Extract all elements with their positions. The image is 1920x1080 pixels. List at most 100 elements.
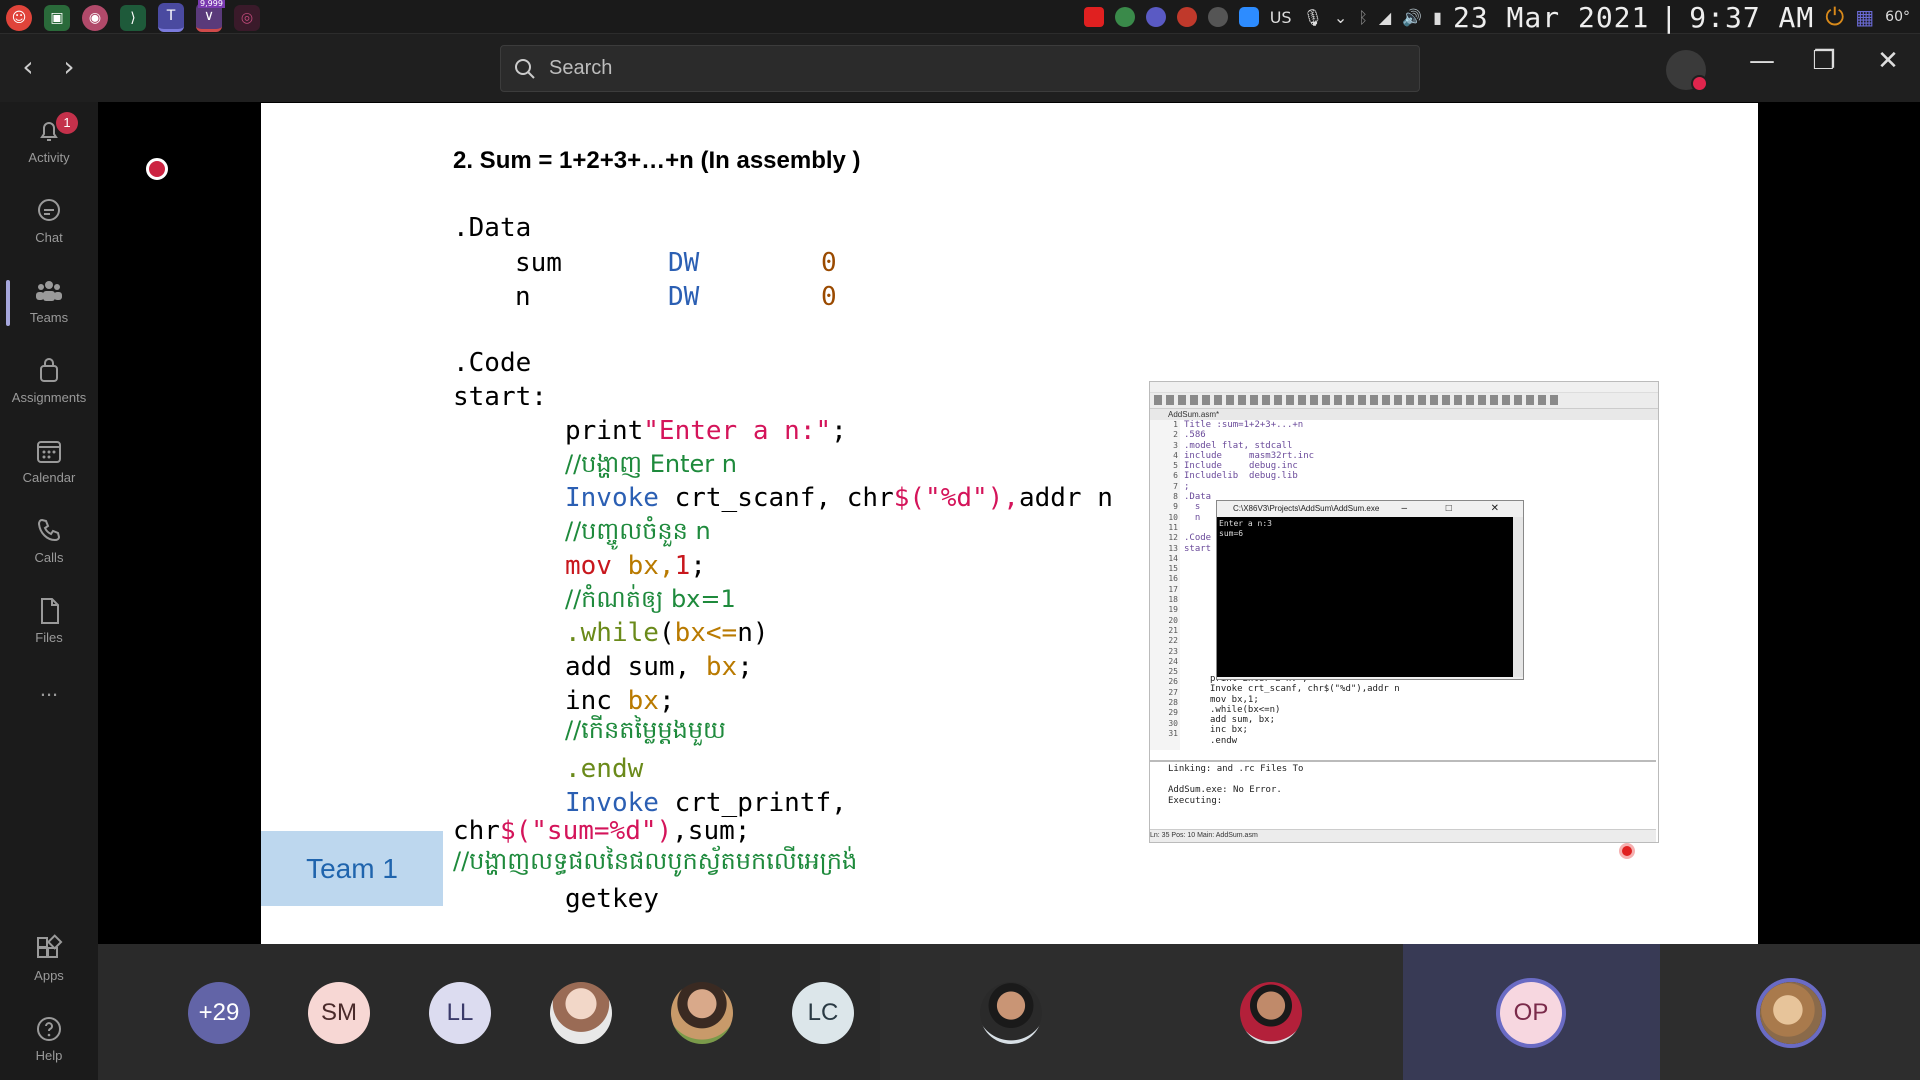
participant-initials: LL xyxy=(446,999,474,1026)
volume-icon[interactable]: 🔊 xyxy=(1402,8,1422,27)
var-n-value: 0 xyxy=(821,282,837,312)
notification-app-icon[interactable]: ∨ 9,999 xyxy=(196,0,225,32)
upload-tray-icon[interactable] xyxy=(1207,7,1228,27)
add-keyword: add sum, xyxy=(565,652,706,682)
bluetooth-icon[interactable]: ᛒ xyxy=(1358,8,1368,27)
search-icon xyxy=(515,58,535,79)
time-display: 9:37 AM xyxy=(1689,0,1815,34)
overflow-count: +29 xyxy=(198,999,240,1026)
rail-item-assignments[interactable]: Assignments xyxy=(0,346,98,420)
calendar-icon xyxy=(37,441,61,463)
forward-arrow-icon[interactable]: › xyxy=(54,50,84,83)
rail-item-help[interactable]: Help xyxy=(0,1004,98,1078)
phone-icon xyxy=(37,518,61,542)
data-section: .Data xyxy=(453,213,532,243)
rail-item-calls[interactable]: Calls xyxy=(0,506,98,580)
minimize-icon[interactable]: — xyxy=(1742,46,1782,76)
start-label: start: xyxy=(453,382,547,412)
search-box[interactable] xyxy=(500,45,1420,92)
system-taskbar: ☺ ▣ ◉ ⟩ T ∨ 9,999 ◎ US 🎙 ⌄ ᛒ ◢ 🔊 ▮ 23 Ma… xyxy=(0,0,1920,34)
participant-photo[interactable] xyxy=(1240,982,1302,1044)
keyboard-layout[interactable]: US xyxy=(1270,8,1292,27)
participant-photo[interactable] xyxy=(671,982,733,1044)
help-icon xyxy=(37,1017,61,1041)
clock-separator: | xyxy=(1660,0,1679,34)
back-arrow-icon[interactable]: ‹ xyxy=(13,50,43,83)
teams-app-icon[interactable]: T xyxy=(158,3,184,32)
rail-item-teams[interactable]: Teams xyxy=(0,266,98,340)
ellipsis-icon: ... xyxy=(39,676,59,701)
ide-screenshot: AddSum.asm* 1 2 3 4 5 6 7 8 9 10 11 12 1… xyxy=(1149,381,1659,843)
wifi-icon[interactable]: ◢ xyxy=(1379,8,1391,27)
onenote-icon[interactable]: ▦ xyxy=(1855,5,1874,29)
participant-avatar[interactable]: SM xyxy=(308,982,370,1044)
mov-register: bx, xyxy=(611,551,675,581)
rail-item-apps[interactable]: Apps xyxy=(0,924,98,998)
participant-photo[interactable] xyxy=(550,982,612,1044)
ide-file-tab: AddSum.asm* xyxy=(1150,409,1658,420)
rail-item-files[interactable]: Files xyxy=(0,586,98,660)
files-app-icon[interactable]: ▣ xyxy=(44,4,70,31)
ide-line-numbers: 1 2 3 4 5 6 7 8 9 10 11 12 13 14 15 16 1… xyxy=(1150,420,1180,750)
zoom-tray-icon[interactable] xyxy=(1238,7,1259,27)
pointer-marker xyxy=(1619,843,1635,859)
record-tray-icon[interactable] xyxy=(1083,7,1104,27)
add-end: ; xyxy=(737,652,753,682)
endw-line: .endw xyxy=(565,754,644,784)
var-sum-name: sum xyxy=(515,248,562,278)
microphone-icon[interactable]: 🎙 xyxy=(1303,8,1323,27)
var-n-type: DW xyxy=(668,282,700,312)
terminal-icon[interactable]: ⟩ xyxy=(120,4,146,31)
console-output: Enter a n:3 sum=6 xyxy=(1217,517,1513,677)
rail-label: Help xyxy=(35,1048,63,1063)
battery-icon[interactable]: ▮ xyxy=(1433,8,1442,27)
getkey-line: getkey xyxy=(565,884,659,914)
profile-avatar[interactable] xyxy=(1666,50,1708,92)
overflow-participants[interactable]: +29 xyxy=(188,982,250,1044)
comment-2: //បញ្ចូលចំនួន n xyxy=(565,517,711,545)
participant-avatar[interactable]: LC xyxy=(792,982,854,1044)
close-icon[interactable]: ✕ xyxy=(1868,46,1908,76)
rail-item-calendar[interactable]: Calendar xyxy=(0,426,98,500)
ide-toolbar xyxy=(1150,393,1658,409)
rail-item-activity[interactable]: 1 Activity xyxy=(0,106,98,180)
search-input[interactable] xyxy=(547,56,1351,81)
rail-item-chat[interactable]: Chat xyxy=(0,186,98,260)
participant-initials: SM xyxy=(321,999,357,1026)
maximize-icon[interactable]: ❐ xyxy=(1804,46,1844,76)
invoke-printf-line: Invoke crt_printf, xyxy=(565,788,847,818)
chr-format: $("sum=%d") xyxy=(499,816,673,846)
console-window: C:\X86V3\Projects\AddSum\AddSum.exe – □ ✕… xyxy=(1216,500,1524,680)
participant-strip: +29 SM LL LC OP xyxy=(98,944,1920,1080)
chat-icon xyxy=(38,199,60,221)
chrome-tray-icon[interactable] xyxy=(1114,7,1135,27)
participant-avatar[interactable]: LL xyxy=(429,982,491,1044)
browser-icon[interactable]: ◉ xyxy=(82,4,108,31)
while-rest: n) xyxy=(737,618,769,648)
while-line: .while(bx<=n) xyxy=(565,618,769,648)
app-launcher-icon[interactable]: ☺ xyxy=(6,4,32,31)
invoke2-args: crt_printf, xyxy=(658,788,847,818)
var-n-name: n xyxy=(515,282,531,312)
inc-register: bx xyxy=(627,686,659,716)
teams-tray-icon[interactable] xyxy=(1145,7,1166,27)
power-icon[interactable]: ⏻ xyxy=(1825,3,1844,31)
rail-label: Calendar xyxy=(22,470,76,485)
shared-slide: 2. Sum = 1+2+3+…+n (In assembly ) .Data … xyxy=(261,103,1758,945)
update-tray-icon[interactable] xyxy=(1176,7,1197,27)
slide-title: 2. Sum = 1+2+3+…+n (In assembly ) xyxy=(453,147,861,174)
temperature: 60° xyxy=(1885,9,1910,25)
participant-avatar-speaking[interactable]: OP xyxy=(1500,982,1562,1044)
while-keyword: .while xyxy=(565,618,659,648)
taskbar-apps: ☺ ▣ ◉ ⟩ T ∨ 9,999 ◎ xyxy=(6,0,260,32)
chevron-down-icon[interactable]: ⌄ xyxy=(1334,8,1347,27)
print-end: ; xyxy=(831,416,847,446)
comment-4: //កើនតម្លៃម្តងមួយ xyxy=(565,716,726,744)
participant-photo-speaking[interactable] xyxy=(1760,982,1822,1044)
ide-code-bottom: print"Enter a n:"; Invoke crt_scanf, chr… xyxy=(1210,674,1400,746)
participant-photo[interactable] xyxy=(980,982,1042,1044)
more-apps-button[interactable]: ... xyxy=(0,676,98,750)
system-tray: US 🎙 ⌄ ᛒ ◢ 🔊 ▮ 23 Mar 2021 | 9:37 AM ⏻ ▦… xyxy=(1083,0,1910,34)
camera-app-icon[interactable]: ◎ xyxy=(234,4,260,31)
app-titlebar: ‹ › — ❐ ✕ xyxy=(0,34,1920,102)
